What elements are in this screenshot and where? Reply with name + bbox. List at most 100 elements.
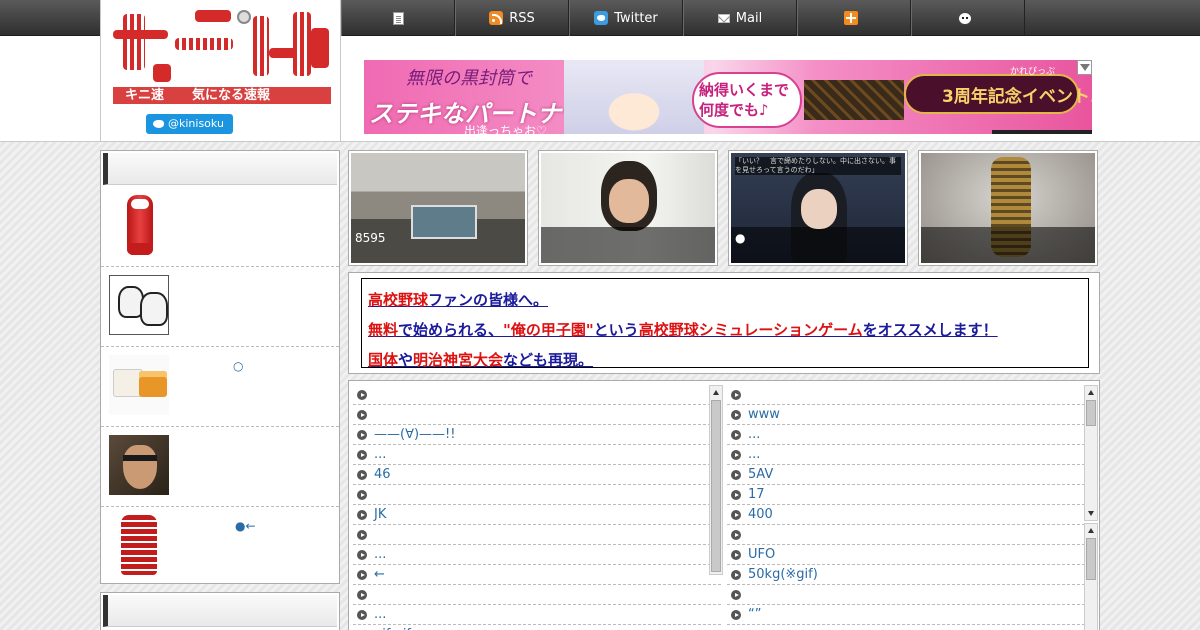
- sidebar-item[interactable]: ●←: [101, 507, 339, 587]
- banner-bubble-line: 何度でも♪: [699, 101, 769, 119]
- page-icon: [392, 11, 404, 25]
- nav-label: RSS: [509, 10, 535, 26]
- caption-shade: [541, 227, 715, 263]
- list-item[interactable]: [727, 585, 1095, 605]
- hatena-icon: [844, 11, 858, 25]
- banner-badge-text: 3周年記念イベント♪: [942, 87, 1092, 107]
- antenna-list-left: ——(∀)——!!...46JK...←...gif gif: [353, 385, 721, 630]
- featured-thumb[interactable]: [538, 150, 718, 266]
- ad-choices-icon[interactable]: [1077, 60, 1092, 75]
- promo-segment: ファンの皆様へ。: [428, 291, 549, 309]
- promo-line-3[interactable]: 国体や明治神宮大会なども再現。: [368, 345, 1082, 375]
- nav-item-twitter[interactable]: Twitter: [569, 0, 683, 36]
- featured-image: 「いい？ 言で締めたりしない。中に出さない。事を見せろって言うのだわ」 ●: [731, 153, 905, 263]
- sidebar-second-box: [100, 592, 340, 630]
- list-item[interactable]: UFO: [727, 545, 1095, 565]
- promo-segment: で始められる、: [398, 321, 504, 339]
- promo-segment: や: [398, 351, 414, 369]
- nav-item-mail[interactable]: Mail: [683, 0, 797, 36]
- scroll-up-arrow[interactable]: [1088, 528, 1094, 533]
- list-item[interactable]: ←: [353, 565, 721, 585]
- sidebar-item-title[interactable]: ●←: [235, 519, 256, 533]
- list-item[interactable]: 50kg(※gif): [727, 565, 1095, 585]
- twitter-follow-button[interactable]: @kinisoku: [146, 114, 233, 134]
- nav-item-face[interactable]: [911, 0, 1025, 36]
- list-item[interactable]: ...: [353, 445, 721, 465]
- banner-bubble-line: 納得いくまで: [699, 81, 790, 99]
- list-item[interactable]: [727, 625, 1095, 630]
- list-item[interactable]: gif gif: [353, 625, 721, 630]
- list-item[interactable]: ...: [353, 605, 721, 625]
- list-item[interactable]: ...: [727, 425, 1095, 445]
- promo-segment: なども再現。: [503, 351, 594, 369]
- list-item[interactable]: 46: [353, 465, 721, 485]
- nav-items: RSS Twitter Mail: [341, 0, 1025, 36]
- scroll-thumb[interactable]: [1086, 400, 1096, 426]
- list-scrollbar[interactable]: [1084, 523, 1098, 630]
- list-item[interactable]: [727, 385, 1095, 405]
- scroll-up-arrow[interactable]: [713, 390, 719, 395]
- promo-segment: という: [593, 321, 639, 339]
- list-scrollbar[interactable]: [1084, 385, 1098, 521]
- scroll-thumb[interactable]: [1086, 538, 1096, 580]
- sidebar-item-title[interactable]: ○: [233, 359, 243, 373]
- banner-text: 無限の黒封筒で: [406, 68, 532, 89]
- list-item[interactable]: 17: [727, 485, 1095, 505]
- sidebar-ranking: ○ ●←: [100, 150, 340, 584]
- featured-thumb[interactable]: [918, 150, 1098, 266]
- site-logo[interactable]: キニ速 気になる速報 @kinisoku: [100, 0, 341, 142]
- list-item[interactable]: [353, 585, 721, 605]
- scroll-thumb[interactable]: [711, 400, 721, 572]
- sidebar-item[interactable]: [101, 267, 339, 347]
- antenna-list-right: www...... 5AV 17 400 UFO 50kg(※gif) “”: [727, 385, 1095, 630]
- logo-tagline: 気になる速報: [192, 88, 271, 103]
- logo-artwork: [113, 8, 331, 86]
- promo-segment: "俺の甲子園": [503, 321, 594, 339]
- sidebar-thumbnail: [109, 515, 169, 575]
- promo-segment: 明治神宮大会: [413, 351, 504, 369]
- featured-thumb[interactable]: 8595: [348, 150, 528, 266]
- promo-segment: 無料: [368, 321, 399, 339]
- list-item[interactable]: ...: [353, 545, 721, 565]
- featured-image: 8595: [351, 153, 525, 263]
- nav-label: Mail: [735, 10, 763, 26]
- nav-item-hatena[interactable]: [797, 0, 911, 36]
- logo-band: キニ速 気になる速報: [113, 87, 331, 104]
- list-item[interactable]: “”: [727, 605, 1095, 625]
- list-scrollbar[interactable]: [709, 385, 723, 575]
- antenna-lists: ——(∀)——!!...46JK...←...gif gif www......…: [348, 380, 1100, 630]
- banner-character-image: [564, 60, 704, 134]
- list-item[interactable]: ——(∀)——!!: [353, 425, 721, 445]
- sidebar-header: [103, 595, 337, 627]
- list-item[interactable]: ...: [727, 445, 1095, 465]
- list-item[interactable]: [727, 525, 1095, 545]
- banner-ad[interactable]: 無限の黒封筒で ステキなパートナーと 出逢っちゃお♡ 納得いくまで 何度でも♪ …: [364, 60, 1092, 134]
- promo-line-2[interactable]: 無料で始められる、"俺の甲子園"という高校野球シミュレーションゲームをオススメし…: [368, 315, 1082, 345]
- sidebar-item[interactable]: [101, 187, 339, 267]
- scroll-up-arrow[interactable]: [1088, 390, 1094, 395]
- list-item[interactable]: [353, 485, 721, 505]
- sidebar-header: [103, 153, 337, 185]
- list-item[interactable]: [353, 525, 721, 545]
- nav-item-page[interactable]: [341, 0, 455, 36]
- sidebar-thumbnail: [109, 435, 169, 495]
- list-item[interactable]: 5AV: [727, 465, 1095, 485]
- nav-item-rss[interactable]: RSS: [455, 0, 569, 36]
- featured-image: [921, 153, 1095, 263]
- scroll-down-arrow[interactable]: [1088, 511, 1094, 516]
- list-item[interactable]: [353, 405, 721, 425]
- sidebar-item[interactable]: [101, 427, 339, 507]
- promo-segment: をオススメします！: [862, 321, 998, 339]
- list-item[interactable]: www: [727, 405, 1095, 425]
- logo-name: キニ速: [125, 88, 165, 103]
- sidebar-thumbnail: [109, 195, 169, 255]
- featured-thumb[interactable]: 「いい？ 言で締めたりしない。中に出さない。事を見せろって言うのだわ」 ●: [728, 150, 908, 266]
- promo-line-1[interactable]: 高校野球ファンの皆様へ。: [368, 285, 1082, 315]
- banner-text: 出逢っちゃお♡: [464, 124, 547, 134]
- list-item[interactable]: [353, 385, 721, 405]
- list-item[interactable]: JK: [353, 505, 721, 525]
- list-item[interactable]: 400: [727, 505, 1095, 525]
- sidebar-item[interactable]: ○: [101, 347, 339, 427]
- featured-thumbnails: 8595 「いい？ 言で締めたりしない。中に出さない。事を見せろって言うのだわ」…: [348, 150, 1100, 266]
- twitter-follow-label: @kinisoku: [168, 117, 224, 130]
